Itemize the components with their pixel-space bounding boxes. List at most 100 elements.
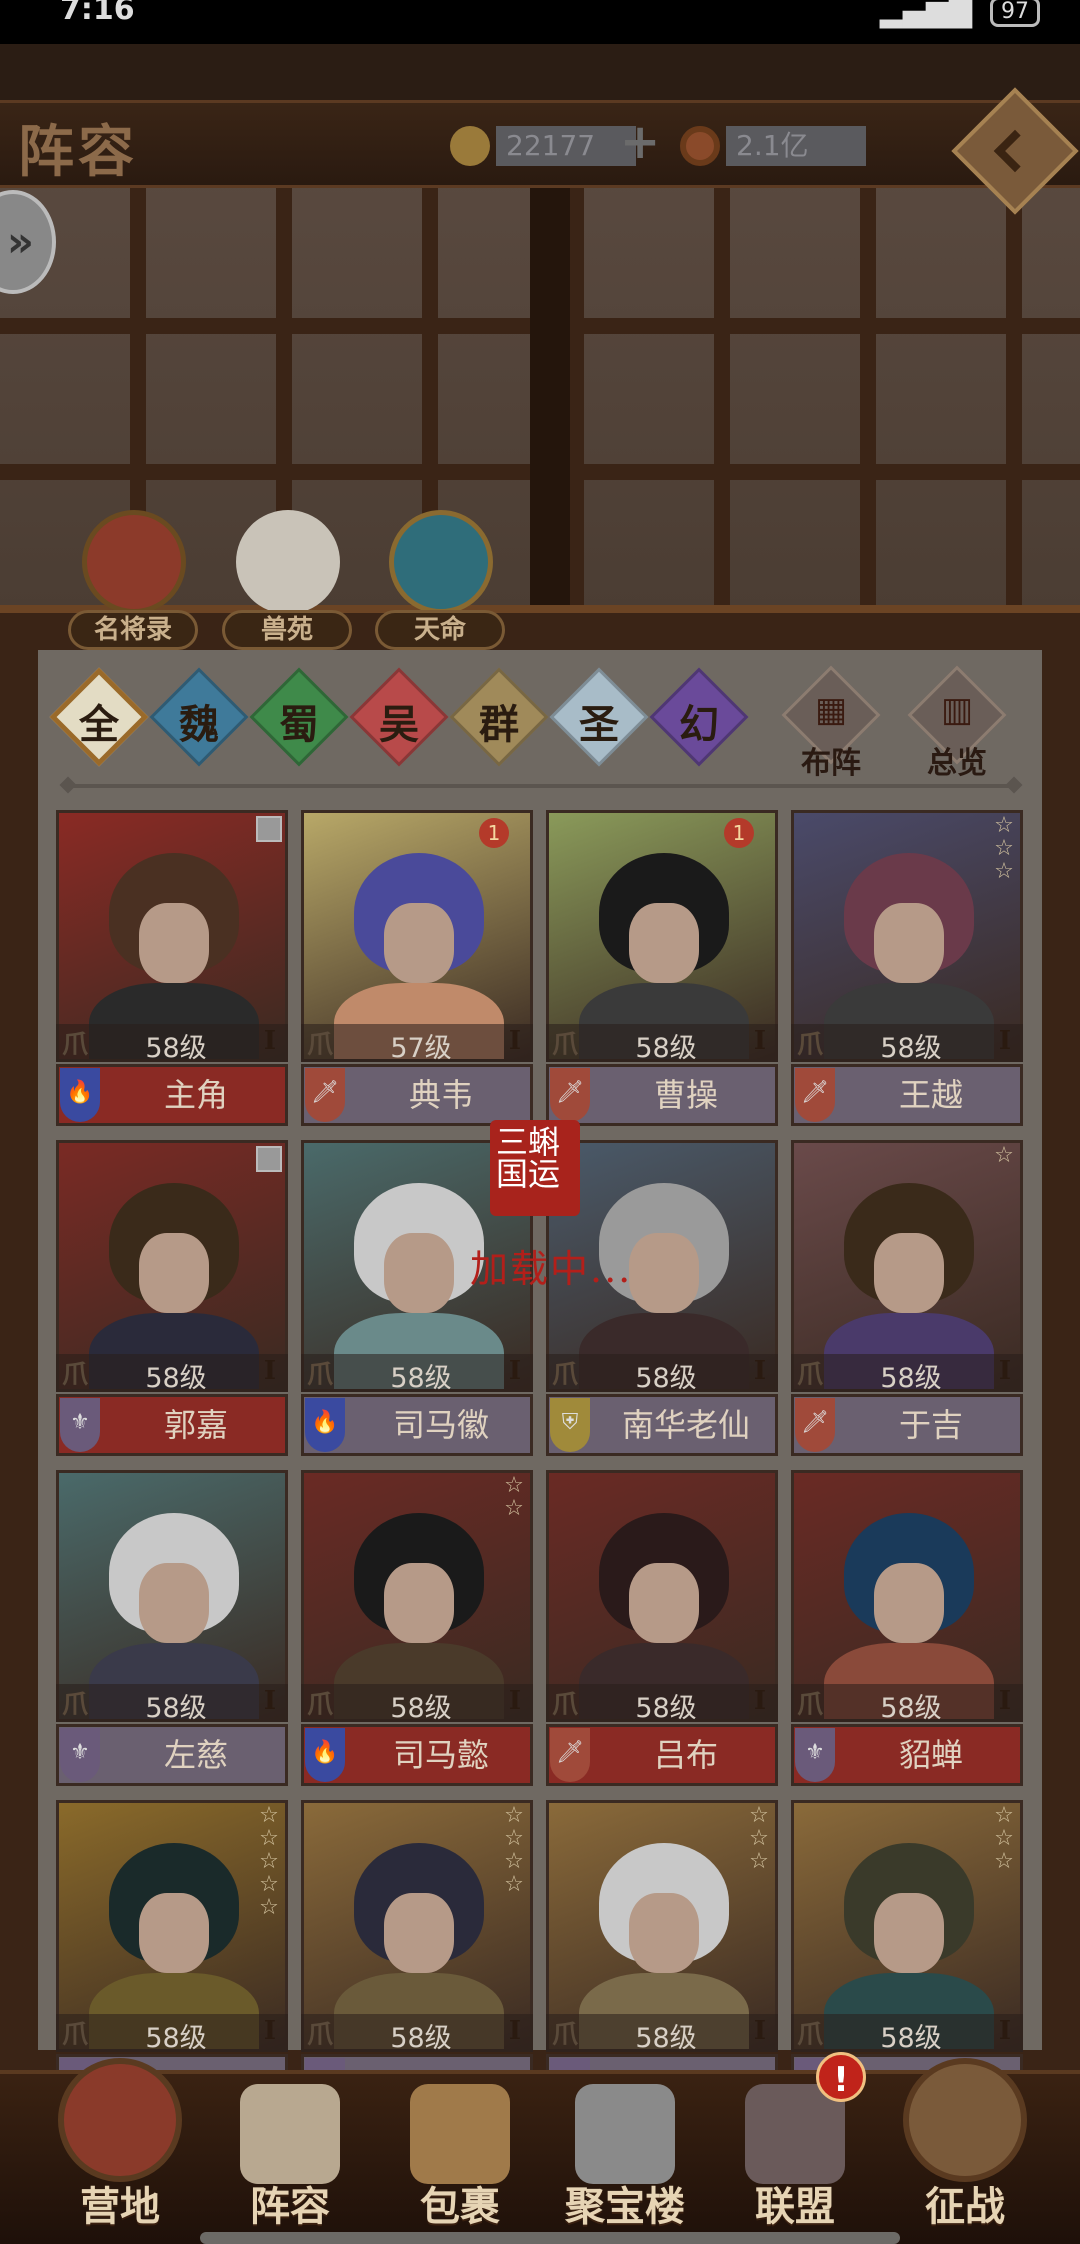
hero-card[interactable]: 爪 58级 I 🔥 主角 bbox=[56, 810, 288, 1128]
faction-tab-wei[interactable]: 魏 bbox=[149, 667, 249, 767]
hero-grade: I bbox=[263, 1026, 276, 1056]
category-button-hero-records[interactable]: 名将录 bbox=[68, 510, 198, 650]
hero-level: 58级 bbox=[635, 1693, 697, 1724]
faction-tab-wu[interactable]: 吴 bbox=[349, 667, 449, 767]
hero-card[interactable]: 爪 58级 I 🗡 王越 ☆ ☆ ☆ bbox=[791, 810, 1023, 1128]
role-icon: 🗡 bbox=[550, 1728, 590, 1782]
role-icon: 🔥 bbox=[305, 1728, 345, 1782]
claw-emblem-icon: 爪 bbox=[307, 1030, 334, 1060]
category-label: 名将录 bbox=[68, 610, 198, 650]
hero-grade: I bbox=[263, 1686, 276, 1716]
overview-button[interactable]: ▥ 总览 bbox=[902, 660, 1022, 781]
star-rating: ☆ bbox=[991, 1144, 1017, 1167]
hero-level: 58级 bbox=[880, 1693, 942, 1724]
gold-amount: 22177 bbox=[496, 126, 636, 166]
hero-name: 主角 bbox=[163, 1076, 228, 1114]
add-currency-button[interactable]: + bbox=[620, 114, 660, 170]
hero-card[interactable]: 爪 58级 I 🗡 吕布 bbox=[546, 1470, 778, 1788]
claw-emblem-icon: 爪 bbox=[797, 1030, 824, 1060]
hero-grade: I bbox=[263, 2016, 276, 2046]
hero-badge: 1 bbox=[479, 818, 509, 848]
hero-name: 貂蝉 bbox=[898, 1736, 963, 1774]
signal-icon: ▂▄▆█ bbox=[879, 0, 972, 29]
faction-label: 群 bbox=[479, 701, 519, 748]
faction-tab-qun[interactable]: 群 bbox=[449, 667, 549, 767]
claw-emblem-icon: 爪 bbox=[62, 1360, 89, 1390]
nav-item[interactable]: 阵容 bbox=[210, 2074, 370, 2244]
overview-label: 总览 bbox=[927, 746, 987, 781]
star-icon: ☆ bbox=[504, 1803, 524, 1828]
star-rating: ☆ ☆ bbox=[501, 1474, 527, 1520]
nav-label: 联盟 bbox=[755, 2183, 835, 2230]
faction-tab-huan[interactable]: 幻 bbox=[649, 667, 749, 767]
formation-label: 布阵 bbox=[801, 746, 861, 781]
faction-tab-sheng[interactable]: 圣 bbox=[549, 667, 649, 767]
star-icon: ☆ bbox=[259, 1803, 279, 1828]
status-bar: 7:16 ▂▄▆█ 97 bbox=[0, 0, 1080, 44]
faction-label: 蜀 bbox=[279, 701, 319, 748]
hero-card[interactable]: 爪 57级 I 🗡 典韦 1 bbox=[301, 810, 533, 1128]
claw-emblem-icon: 爪 bbox=[62, 2020, 89, 2050]
hero-level: 58级 bbox=[390, 1693, 452, 1724]
hero-grade: I bbox=[508, 1686, 521, 1716]
hero-face bbox=[874, 1893, 944, 1973]
star-rating: ☆ ☆ ☆ bbox=[991, 1804, 1017, 1873]
hero-face bbox=[139, 903, 209, 983]
hero-face bbox=[384, 1563, 454, 1643]
hero-level: 58级 bbox=[880, 1033, 942, 1064]
hero-grade: I bbox=[753, 1356, 766, 1386]
hero-card[interactable]: 爪 58级 I ⚜ 左慈 bbox=[56, 1470, 288, 1788]
hero-card[interactable]: 爪 58级 I 🔥 司马懿 ☆ ☆ bbox=[301, 1470, 533, 1788]
hero-name: 司马徽 bbox=[392, 1406, 489, 1444]
star-icon: ☆ bbox=[504, 1496, 524, 1521]
hero-face bbox=[384, 903, 454, 983]
nav-label: 征战 bbox=[925, 2183, 1005, 2230]
nav-item[interactable]: 包裹 bbox=[380, 2074, 540, 2244]
hero-face bbox=[139, 1893, 209, 1973]
hero-level: 58级 bbox=[145, 2023, 207, 2054]
hero-card[interactable]: 爪 58级 I ⚜ 貂蝉 bbox=[791, 1470, 1023, 1788]
claw-emblem-icon: 爪 bbox=[307, 1360, 334, 1390]
gold-ingot-icon bbox=[450, 126, 490, 166]
nav-label: 包裹 bbox=[420, 2183, 500, 2230]
bottom-navigation: 营地 阵容 包裹 聚宝楼 联盟 征战 bbox=[0, 2058, 1080, 2244]
category-button-beast-garden[interactable]: 兽苑 bbox=[222, 510, 352, 650]
role-icon: ⚜ bbox=[60, 1728, 100, 1782]
game-logo-seal: 三蝌国运 bbox=[490, 1120, 580, 1216]
star-icon: ☆ bbox=[259, 1895, 279, 1920]
faction-label: 幻 bbox=[679, 701, 719, 748]
gold-resource[interactable]: 22177 bbox=[450, 125, 636, 167]
nav-item[interactable]: 营地 bbox=[40, 2058, 200, 2244]
hero-face bbox=[874, 1233, 944, 1313]
role-icon: ⚜ bbox=[795, 1728, 835, 1782]
faction-label: 魏 bbox=[179, 701, 219, 748]
faction-label: 圣 bbox=[579, 701, 619, 748]
faction-tab-all[interactable]: 全 bbox=[49, 667, 149, 767]
formation-button[interactable]: ▦ 布阵 bbox=[776, 660, 896, 781]
faction-tab-shu[interactable]: 蜀 bbox=[249, 667, 349, 767]
star-icon: ☆ bbox=[994, 1849, 1014, 1874]
star-rating: ☆ ☆ ☆ ☆ bbox=[501, 1804, 527, 1896]
nav-item[interactable]: 聚宝楼 bbox=[545, 2074, 705, 2244]
hero-grade: I bbox=[998, 2016, 1011, 2046]
claw-emblem-icon: 爪 bbox=[552, 1690, 579, 1720]
claw-emblem-icon: 爪 bbox=[62, 1030, 89, 1060]
hero-grade: I bbox=[753, 1026, 766, 1056]
nav-item[interactable]: 征战 bbox=[885, 2058, 1045, 2244]
hero-face bbox=[384, 1233, 454, 1313]
hero-name: 吕布 bbox=[653, 1736, 718, 1774]
category-label: 天命 bbox=[375, 610, 505, 650]
hero-level: 58级 bbox=[880, 2023, 942, 2054]
hero-name: 郭嘉 bbox=[163, 1406, 228, 1444]
category-button-destiny[interactable]: 天命 bbox=[375, 510, 505, 650]
hero-card[interactable]: 爪 58级 I 🗡 于吉 ☆ bbox=[791, 1140, 1023, 1458]
hero-card[interactable]: 爪 58级 I ⚜ 郭嘉 bbox=[56, 1140, 288, 1458]
hero-grade: I bbox=[508, 1356, 521, 1386]
hero-face bbox=[629, 1563, 699, 1643]
hero-card[interactable]: 爪 58级 I 🗡 曹操 1 bbox=[546, 810, 778, 1128]
coin-resource[interactable]: 2.1亿 bbox=[680, 125, 866, 167]
equip-slot-icon bbox=[256, 816, 282, 842]
hero-grade: I bbox=[508, 2016, 521, 2046]
nav-icon bbox=[58, 2058, 182, 2182]
nav-icon bbox=[410, 2084, 510, 2184]
